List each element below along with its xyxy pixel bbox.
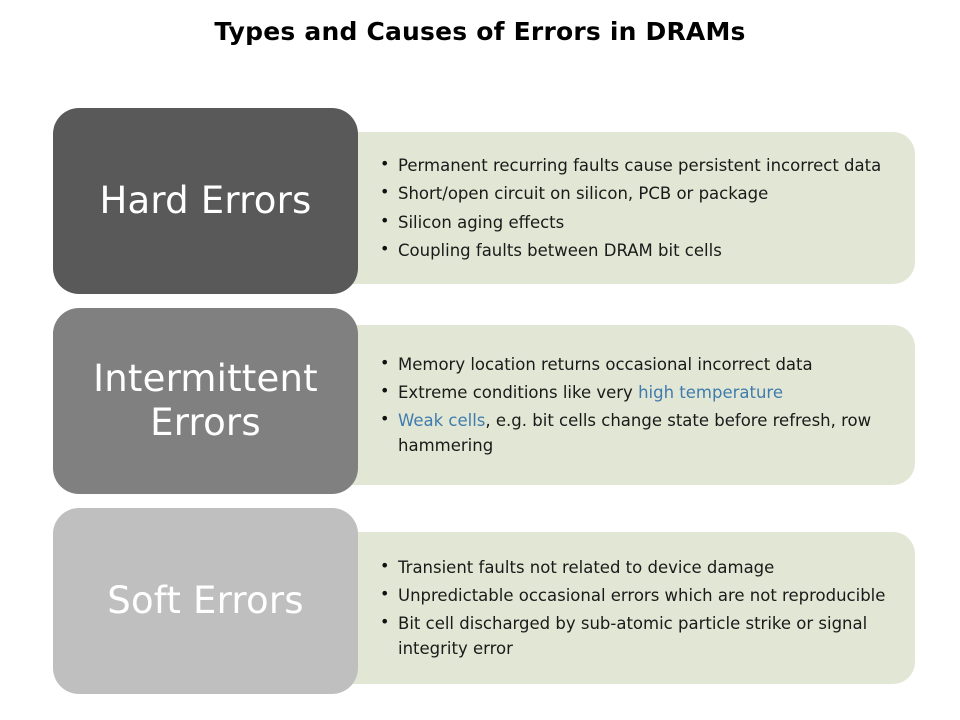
category-label: Hard Errors (99, 179, 312, 223)
list-item: Extreme conditions like very high temper… (380, 379, 893, 405)
category-label: Intermittent Errors (93, 357, 318, 444)
list-item: Transient faults not related to device d… (380, 554, 893, 580)
bullet-text: Unpredictable occasional errors which ar… (398, 585, 886, 605)
category-box-intermittent-errors: Intermittent Errors (53, 308, 358, 494)
section-row-soft-errors: Transient faults not related to device d… (0, 508, 960, 694)
category-box-soft-errors: Soft Errors (53, 508, 358, 694)
bullet-text: Permanent recurring faults cause persist… (398, 156, 882, 176)
bullet-text: Bit cell discharged by sub-atomic partic… (398, 614, 868, 659)
bullet-list-soft-errors: Transient faults not related to device d… (380, 554, 893, 661)
content-panel-intermittent-errors: Memory location returns occasional incor… (330, 325, 915, 485)
list-item: Short/open circuit on silicon, PCB or pa… (380, 180, 893, 206)
highlighted-term-high-temperature: high temperature (638, 382, 784, 402)
section-row-hard-errors: Permanent recurring faults cause persist… (0, 108, 960, 294)
bullet-list-hard-errors: Permanent recurring faults cause persist… (380, 152, 893, 263)
page-title: Types and Causes of Errors in DRAMs (214, 17, 746, 46)
bullet-list-intermittent-errors: Memory location returns occasional incor… (380, 351, 893, 458)
highlighted-term-weak-cells: Weak cells (398, 411, 486, 430)
bullet-text: Coupling faults between DRAM bit cells (398, 240, 722, 260)
bullet-text: Silicon aging effects (398, 212, 565, 232)
section-row-intermittent-errors: Memory location returns occasional incor… (0, 308, 960, 494)
list-item: Silicon aging effects (380, 208, 893, 235)
list-item: Weak cells, e.g. bit cells change state … (380, 407, 893, 458)
list-item: Unpredictable occasional errors which ar… (380, 582, 893, 608)
bullet-text: Transient faults not related to device d… (398, 557, 775, 577)
list-item: Memory location returns occasional incor… (380, 351, 893, 377)
category-label: Soft Errors (107, 579, 304, 623)
content-panel-soft-errors: Transient faults not related to device d… (330, 532, 915, 684)
list-item: Coupling faults between DRAM bit cells (380, 237, 893, 263)
slide-canvas: Types and Causes of Errors in DRAMs Perm… (0, 0, 960, 720)
list-item: Permanent recurring faults cause persist… (380, 152, 893, 178)
list-item: Bit cell discharged by sub-atomic partic… (380, 610, 893, 661)
bullet-text: Short/open circuit on silicon, PCB or pa… (398, 184, 769, 204)
category-box-hard-errors: Hard Errors (53, 108, 358, 294)
content-panel-hard-errors: Permanent recurring faults cause persist… (330, 132, 915, 284)
bullet-text: Extreme conditions like very (398, 382, 639, 402)
bullet-text: Memory location returns occasional incor… (398, 354, 813, 374)
